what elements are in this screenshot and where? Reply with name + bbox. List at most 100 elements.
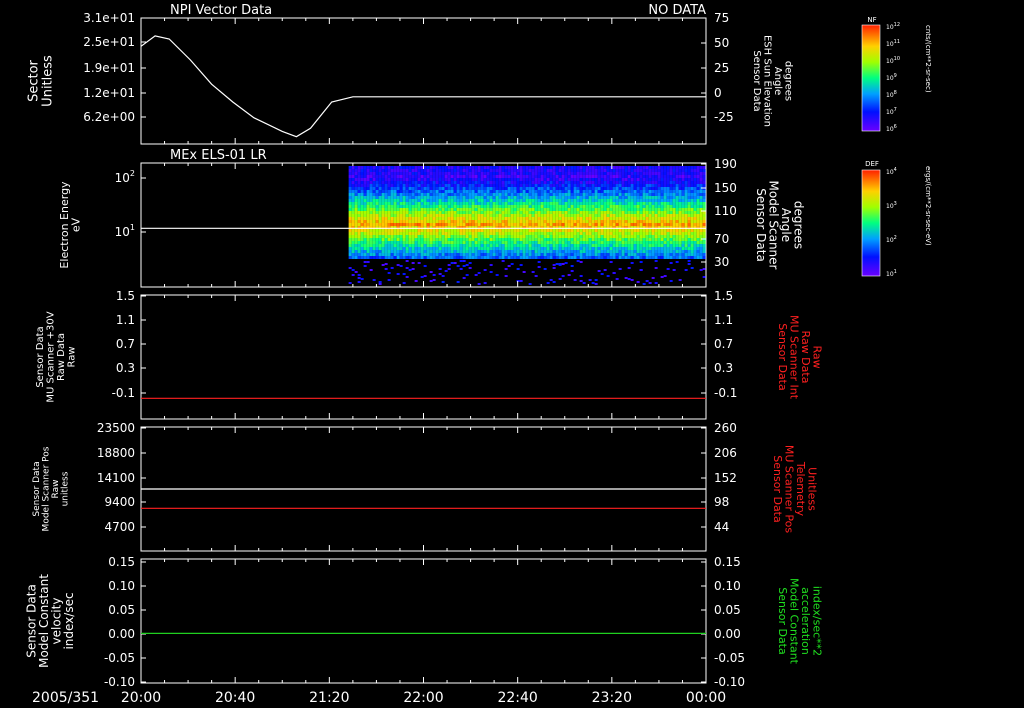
spectrogram-cell [483,269,487,271]
spectrogram-cell [432,202,436,205]
spectrogram-cell [618,184,622,187]
spectrogram-cell [390,229,394,232]
spectrogram-cell [591,247,595,250]
spectrogram-cell [696,238,700,241]
spectrogram-cell [576,260,580,262]
spectrogram-cell [510,232,514,235]
spectrogram-cell [585,184,589,187]
spectrogram-cell [489,253,493,256]
spectrogram-cell [558,199,562,202]
spectrogram-cell [525,217,529,220]
spectrogram-cell [693,172,697,175]
spectrogram-cell [603,256,607,259]
spectrogram-cell [483,190,487,193]
spectrogram-cell [546,247,550,250]
spectrogram-cell [675,211,679,214]
left-tick-label: -0.1 [112,386,135,400]
spectrogram-cell [699,250,703,253]
spectrogram-cell [489,264,493,266]
spectrogram-cell [639,217,643,220]
spectrogram-cell [354,241,358,244]
spectrogram-cell [447,166,451,169]
spectrogram-cell [657,217,661,220]
spectrogram-cell [372,238,376,241]
spectrogram-cell [570,217,574,220]
spectrogram-cell [642,253,646,256]
spectrogram-cell [477,178,481,181]
spectrogram-cell [417,187,421,190]
spectrogram-cell [351,235,355,238]
spectrogram-cell [627,166,631,169]
spectrogram-cell [447,169,451,172]
spectrogram-cell [456,208,460,211]
spectrogram-cell [510,223,514,226]
spectrogram-cell [645,229,649,232]
spectrogram-cell [363,256,367,259]
spectrogram-cell [519,253,523,256]
spectrogram-cell [510,241,514,244]
spectrogram-cell [363,235,367,238]
spectrogram-cell [447,214,451,217]
spectrogram-cell [495,190,499,193]
spectrogram-cell [648,214,652,217]
spectrogram-cell [372,223,376,226]
spectrogram-cell [441,211,445,214]
spectrogram-cell [489,208,493,211]
spectrogram-cell [546,175,550,178]
spectrogram-cell [504,247,508,250]
spectrogram-cell [606,235,610,238]
spectrogram-cell [636,229,640,232]
spectrogram-cell [528,172,532,175]
spectrogram-cell [366,190,370,193]
spectrogram-cell [438,187,442,190]
spectrogram-cell [471,211,475,214]
spectrogram-cell [522,196,526,199]
spectrogram-cell [681,172,685,175]
spectrogram-cell [504,181,508,184]
spectrogram-cell [627,232,631,235]
spectrogram-cell [597,235,601,238]
spectrogram-cell [477,211,481,214]
spectrogram-cell [657,247,661,250]
spectrogram-cell [378,229,382,232]
spectrogram-cell [456,244,460,247]
spectrogram-cell [456,241,460,244]
spectrogram-cell [519,202,523,205]
spectrogram-cell [693,184,697,187]
spectrogram-cell [480,169,484,172]
spectrogram-cell [357,184,361,187]
spectrogram-cell [357,175,361,178]
spectrogram-cell [369,223,373,226]
spectrogram-cell [624,169,628,172]
spectrogram-cell [444,193,448,196]
spectrogram-cell [423,256,427,259]
spectrogram-cell [666,250,670,253]
spectrogram-cell [489,166,493,169]
spectrogram-cell [402,214,406,217]
spectrogram-cell [657,178,661,181]
spectrogram-cell [684,187,688,190]
spectrogram-cell [609,187,613,190]
spectrogram-cell [435,208,439,211]
spectrogram-cell [387,250,391,253]
spectrogram-cell [663,217,667,220]
spectrogram-cell [492,181,496,184]
spectrogram-cell [450,166,454,169]
spectrogram-cell [516,178,520,181]
spectrogram-cell [453,220,457,223]
spectrogram-cell [402,196,406,199]
spectrogram-cell [630,205,634,208]
colorbar-nf: NF cnts/(cm**2-sr-sec) [861,16,932,132]
spectrogram-cell [636,190,640,193]
spectrogram-cell [450,193,454,196]
spectrogram-cell [630,256,634,259]
spectrogram-cell [600,247,604,250]
spectrogram-cell [570,256,574,259]
spectrogram-cell [462,235,466,238]
spectrogram-cell [435,211,439,214]
spectrogram-cell [621,211,625,214]
spectrogram-cell [648,175,652,178]
spectrogram-cell [483,208,487,211]
spectrogram-cell [591,184,595,187]
spectrogram-cell [678,184,682,187]
